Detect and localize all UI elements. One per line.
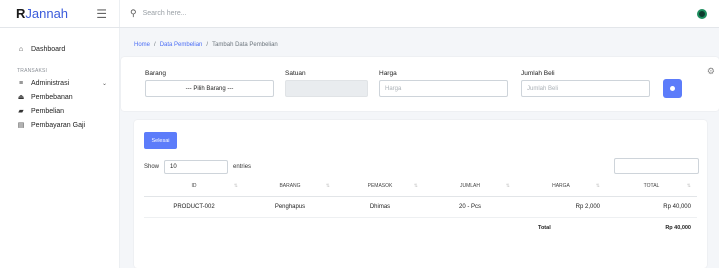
sidebar-item-pembelian[interactable]: ▰ Pembelian: [0, 104, 119, 118]
cell-jumlah: 20 - Pcs: [424, 196, 516, 218]
sidebar: ⌂ Dashboard TRANSAKSI ≡ Administrasi ⌄ ⏏…: [0, 28, 120, 268]
harga-input[interactable]: Harga: [379, 80, 508, 97]
search-icon: ⚲: [130, 8, 137, 18]
show-label: Show: [144, 164, 160, 170]
sidebar-item-label: Pembayaran Gaji: [31, 121, 86, 129]
add-item-button[interactable]: [663, 79, 682, 98]
chevron-down-icon: ⌄: [101, 80, 107, 87]
entries-length-control: Show 10 entries: [144, 160, 251, 174]
sidebar-section-title: TRANSAKSI: [17, 68, 48, 74]
table-header-row: ID ⇅ BARANG ⇅ PEMASOK ⇅ JUMLAH ⇅ HARGA ⇅ TOTA…: [144, 176, 697, 197]
jumlah-beli-label: Jumlah Beli: [521, 70, 555, 77]
breadcrumb-data-pembelian-link[interactable]: Data Pembelian: [160, 42, 203, 48]
gear-icon[interactable]: ⚙: [707, 66, 715, 77]
sidebar-item-label: Pembebanan: [31, 93, 73, 101]
sort-icon: ⇅: [233, 183, 238, 189]
cell-id: PRODUCT-002: [144, 196, 244, 218]
sidebar-item-label: Administrasi: [31, 79, 70, 87]
satuan-field: [285, 80, 368, 97]
column-header-jumlah[interactable]: JUMLAH ⇅: [424, 176, 516, 197]
column-header-total[interactable]: TOTAL ⇅: [606, 176, 697, 197]
top-navbar: RJannah ☰ ⚲ Search here...: [0, 0, 719, 28]
jumlah-beli-input[interactable]: Jumlah Beli: [521, 80, 650, 97]
search-bar[interactable]: ⚲ Search here...: [120, 8, 187, 19]
column-header-id[interactable]: ID ⇅: [144, 176, 244, 197]
entries-select[interactable]: 10: [164, 160, 229, 174]
breadcrumb-current: Tambah Data Pembelian: [212, 42, 278, 48]
purchase-form-card: Barang --- Pilih Barang --- Satuan Harga…: [121, 57, 719, 111]
breadcrumb: Home / Data Pembelian / Tambah Data Pemb…: [134, 42, 278, 48]
total-row: Total Rp 40,000: [144, 217, 697, 238]
sidebar-item-label: Pembelian: [31, 107, 65, 115]
sidebar-item-pembayaran-gaji[interactable]: ▤ Pembayaran Gaji: [0, 118, 119, 132]
column-header-barang[interactable]: BARANG ⇅: [244, 176, 336, 197]
entries-label: entries: [233, 164, 252, 170]
sort-icon: ⇅: [325, 183, 330, 189]
purchase-items-card: Selesai Show 10 entries ID ⇅ BARANG ⇅ PEMA…: [134, 120, 707, 268]
eject-icon: ⏏: [17, 94, 25, 101]
column-header-pemasok[interactable]: PEMASOK ⇅: [336, 176, 424, 197]
breadcrumb-separator: /: [154, 42, 156, 48]
truck-icon: ▰: [18, 108, 24, 115]
sort-icon: ⇅: [413, 183, 418, 189]
user-avatar[interactable]: [697, 9, 707, 19]
table-search-input[interactable]: [614, 158, 699, 174]
list-icon: ≡: [18, 79, 24, 87]
brand-area: RJannah ☰: [0, 0, 120, 27]
sidebar-item-pembebanan[interactable]: ⏏ Pembebanan: [0, 90, 119, 104]
receipt-icon: ▤: [17, 122, 25, 129]
barang-select-value: --- Pilih Barang ---: [185, 85, 234, 92]
sidebar-item-administrasi[interactable]: ≡ Administrasi ⌄: [0, 76, 119, 90]
cell-barang: Penghapus: [244, 196, 336, 218]
sort-icon: ⇅: [505, 183, 510, 189]
purchase-items-table: ID ⇅ BARANG ⇅ PEMASOK ⇅ JUMLAH ⇅ HARGA ⇅ TOTA…: [144, 176, 697, 238]
total-label: Total: [538, 224, 551, 231]
cell-total: Rp 40,000: [606, 196, 697, 218]
cell-harga: Rp 2,000: [516, 196, 606, 218]
add-dot-icon: [670, 86, 675, 91]
sidebar-item-label: Dashboard: [31, 45, 66, 53]
jumlah-beli-placeholder: Jumlah Beli: [527, 85, 559, 92]
sidebar-item-dashboard[interactable]: ⌂ Dashboard: [0, 42, 119, 56]
cell-pemasok: Dhimas: [336, 196, 424, 218]
hamburger-menu-icon[interactable]: ☰: [96, 7, 107, 21]
column-header-harga[interactable]: HARGA ⇅: [516, 176, 606, 197]
search-placeholder: Search here...: [142, 10, 187, 17]
total-value: Rp 40,000: [665, 224, 691, 231]
sort-icon: ⇅: [595, 183, 600, 189]
sort-icon: ⇅: [686, 183, 691, 189]
harga-label: Harga: [379, 70, 397, 77]
barang-label: Barang: [145, 70, 166, 77]
breadcrumb-separator: /: [206, 42, 209, 48]
breadcrumb-home-link[interactable]: Home: [134, 42, 150, 48]
brand-logo[interactable]: RJannah: [16, 6, 68, 21]
satuan-label: Satuan: [285, 70, 306, 77]
harga-placeholder: Harga: [385, 85, 402, 92]
home-icon: ⌂: [18, 45, 24, 53]
table-row[interactable]: PRODUCT-002 Penghapus Dhimas 20 - Pcs Rp…: [144, 196, 697, 218]
selesai-button[interactable]: Selesai: [144, 132, 177, 149]
barang-select[interactable]: --- Pilih Barang ---: [145, 80, 274, 97]
